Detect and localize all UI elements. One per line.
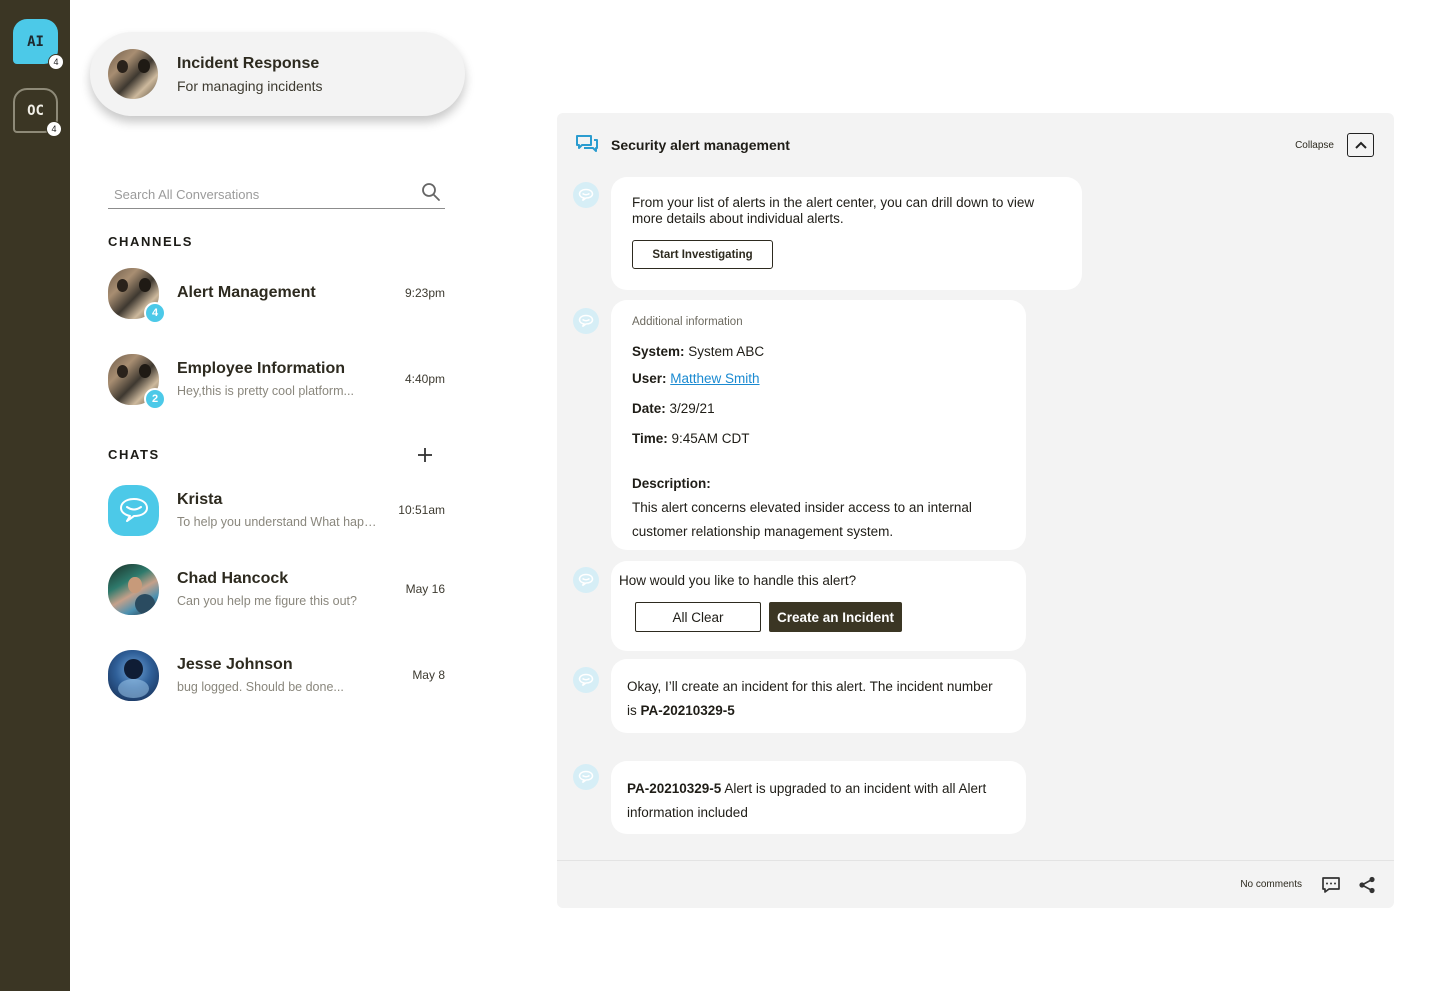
channel-time: 9:23pm	[404, 286, 445, 300]
chat-time: May 16	[405, 582, 445, 596]
chat-bubbles-icon	[576, 135, 598, 152]
bot-icon	[573, 308, 599, 334]
panel-footer: No comments	[557, 860, 1394, 908]
message-text: From your list of alerts in the alert ce…	[632, 195, 1035, 226]
start-investigating-button[interactable]: Start Investigating	[632, 240, 773, 269]
time-row: Time: 9:45AM CDT	[632, 431, 750, 446]
new-chat-button[interactable]	[414, 444, 436, 466]
collapse-button[interactable]	[1347, 133, 1374, 157]
create-incident-button[interactable]: Create an Incident	[769, 602, 902, 632]
system-row: System: System ABC	[632, 344, 764, 359]
date-value: 3/29/21	[669, 401, 715, 416]
user-avatar	[108, 563, 159, 615]
search-input[interactable]	[108, 180, 408, 208]
chat-name: Jesse Johnson	[177, 656, 293, 673]
bot-icon	[119, 498, 148, 522]
message-text: PA-20210329-5 Alert is upgraded to an in…	[627, 777, 997, 825]
chat-name: Krista	[177, 491, 223, 508]
team-name: Incident Response	[177, 54, 320, 72]
workspace-oc[interactable]: OC 4	[13, 88, 62, 137]
team-avatar	[108, 49, 158, 99]
message-bubble: From your list of alerts in the alert ce…	[611, 177, 1082, 290]
message-bubble: PA-20210329-5 Alert is upgraded to an in…	[611, 761, 1026, 834]
time-value: 9:45AM CDT	[671, 431, 750, 446]
workspace-badge: 4	[46, 121, 62, 137]
channel-preview: Hey,this is pretty cool platform...	[177, 384, 354, 398]
channel-item-employee-information[interactable]: 2 Employee Information Hey,this is prett…	[108, 349, 445, 410]
time-label: Time:	[632, 431, 668, 446]
chat-time: 10:51am	[398, 503, 445, 517]
description-block: Description: This alert concerns elevate…	[632, 472, 1012, 544]
conversation-panel: Security alert management Collapse From …	[557, 113, 1394, 908]
user-link[interactable]: Matthew Smith	[670, 371, 759, 386]
search-icon[interactable]	[421, 182, 441, 202]
system-label: System:	[632, 344, 685, 359]
workspace-ai[interactable]: AI 4	[13, 19, 64, 70]
channel-name: Alert Management	[177, 284, 316, 301]
chats-heading: CHATS	[108, 447, 160, 462]
user-label: User:	[632, 371, 667, 386]
panel-title: Security alert management	[611, 137, 790, 153]
chat-name: Chad Hancock	[177, 570, 289, 587]
comment-icon	[1322, 876, 1340, 893]
system-value: System ABC	[688, 344, 765, 359]
workspace-label: AI	[27, 33, 44, 50]
date-row: Date: 3/29/21	[632, 401, 715, 416]
user-row: User: Matthew Smith	[632, 371, 760, 386]
unread-badge: 2	[144, 387, 166, 410]
chat-item-krista[interactable]: Krista To help you understand What happe…	[108, 480, 445, 540]
chat-preview: Can you help me figure this out?	[177, 594, 357, 608]
bot-avatar	[108, 484, 159, 536]
channel-name: Employee Information	[177, 360, 346, 377]
user-avatar	[108, 649, 159, 701]
bot-icon	[573, 667, 599, 693]
all-clear-button[interactable]: All Clear	[635, 602, 761, 632]
comment-button[interactable]	[1320, 874, 1342, 896]
chat-item-jesse-johnson[interactable]: Jesse Johnson bug logged. Should be done…	[108, 645, 445, 705]
question-text: How would you like to handle this alert?	[619, 573, 857, 588]
chat-preview: To help you understand What happe..	[177, 515, 382, 529]
plus-icon	[418, 448, 432, 462]
workspace-label: OC	[27, 102, 44, 119]
action-prompt-bubble: How would you like to handle this alert?…	[611, 561, 1026, 651]
channels-heading: CHANNELS	[108, 234, 194, 249]
collapse-label[interactable]: Collapse	[1295, 140, 1334, 151]
message-bubble: Okay, I’ll create an incident for this a…	[611, 659, 1026, 733]
bot-icon	[573, 567, 599, 593]
channel-time: 4:40pm	[404, 372, 445, 386]
bot-icon	[573, 182, 599, 208]
info-title: Additional information	[632, 316, 743, 328]
team-card[interactable]: Incident Response For managing incidents	[90, 32, 465, 116]
incident-number: PA-20210329-5	[640, 703, 735, 718]
team-subtitle: For managing incidents	[177, 77, 323, 94]
date-label: Date:	[632, 401, 666, 416]
upgrade-incident-id: PA-20210329-5	[627, 781, 722, 796]
share-button[interactable]	[1356, 874, 1378, 896]
alert-details-card: Additional information System: System AB…	[611, 300, 1026, 550]
channel-item-alert-management[interactable]: 4 Alert Management 9:23pm	[108, 263, 445, 324]
chat-item-chad-hancock[interactable]: Chad Hancock Can you help me figure this…	[108, 559, 445, 619]
bot-icon	[573, 764, 599, 790]
description-label: Description:	[632, 476, 711, 491]
unread-badge: 4	[144, 301, 166, 324]
workspace-badge: 4	[48, 54, 64, 70]
comments-count: No comments	[1240, 879, 1302, 890]
chat-preview: bug logged. Should be done...	[177, 680, 344, 694]
share-icon	[1359, 876, 1375, 893]
panel-header: Security alert management Collapse	[575, 131, 1374, 159]
search-bar	[108, 180, 445, 209]
description-value: This alert concerns elevated insider acc…	[632, 500, 972, 539]
message-text: Okay, I’ll create an incident for this a…	[627, 675, 997, 723]
chat-time: May 8	[412, 668, 445, 682]
chevron-up-icon	[1354, 141, 1367, 149]
workspace-rail: AI 4 OC 4	[0, 0, 70, 991]
